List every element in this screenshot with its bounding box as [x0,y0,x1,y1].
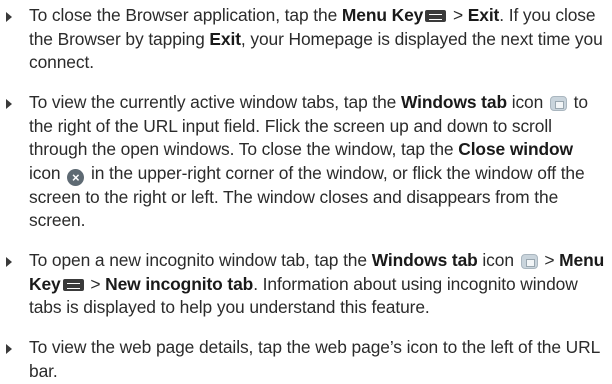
bullet-web-page-details: To view the web page details, tap the we… [6,336,606,383]
text-run: icon [477,250,519,270]
text-run: To open a new incognito window tab, tap … [29,250,372,270]
text-run: To view the currently active window tabs… [29,92,401,112]
bullet-text: To open a new incognito window tab, tap … [29,249,606,320]
close-window-icon: × [67,168,85,186]
bullet-incognito-tab: To open a new incognito window tab, tap … [6,249,606,320]
bullet-text: To view the web page details, tap the we… [29,336,606,383]
text-run: icon [506,92,548,112]
bullet-view-window-tabs: To view the currently active window tabs… [6,91,606,233]
bold-term: Windows tab [400,92,507,112]
bold-term: Close window [458,139,573,159]
text-run: To close the Browser application, tap th… [29,5,342,25]
bold-term: Windows tab [371,250,478,270]
bold-term: New incognito tab [105,273,254,294]
bullet-text: To close the Browser application, tap th… [29,4,606,75]
bullet-text: To view the currently active window tabs… [29,91,606,233]
bullet-close-browser: To close the Browser application, tap th… [6,4,606,75]
bullet-arrow-icon [6,12,12,22]
text-run: To view the web page details, tap the we… [29,337,600,381]
bold-term: Exit [467,5,500,25]
text-run: > [85,273,106,294]
menu-key-icon [62,278,84,291]
text-run: > [539,250,560,270]
windows-tab-icon [520,254,538,269]
text-run: > [448,5,468,25]
manual-page: To close the Browser application, tap th… [0,0,612,384]
bullet-arrow-icon [6,344,12,354]
menu-key-icon [425,10,447,22]
bold-term: Menu Key [341,5,424,25]
bullet-arrow-icon [6,99,12,109]
windows-tab-icon [549,96,567,111]
text-run: icon [29,162,66,183]
bold-term: Exit [209,28,241,49]
bullet-arrow-icon [6,257,12,267]
text-run: in the upper-right corner of the window,… [29,162,585,231]
